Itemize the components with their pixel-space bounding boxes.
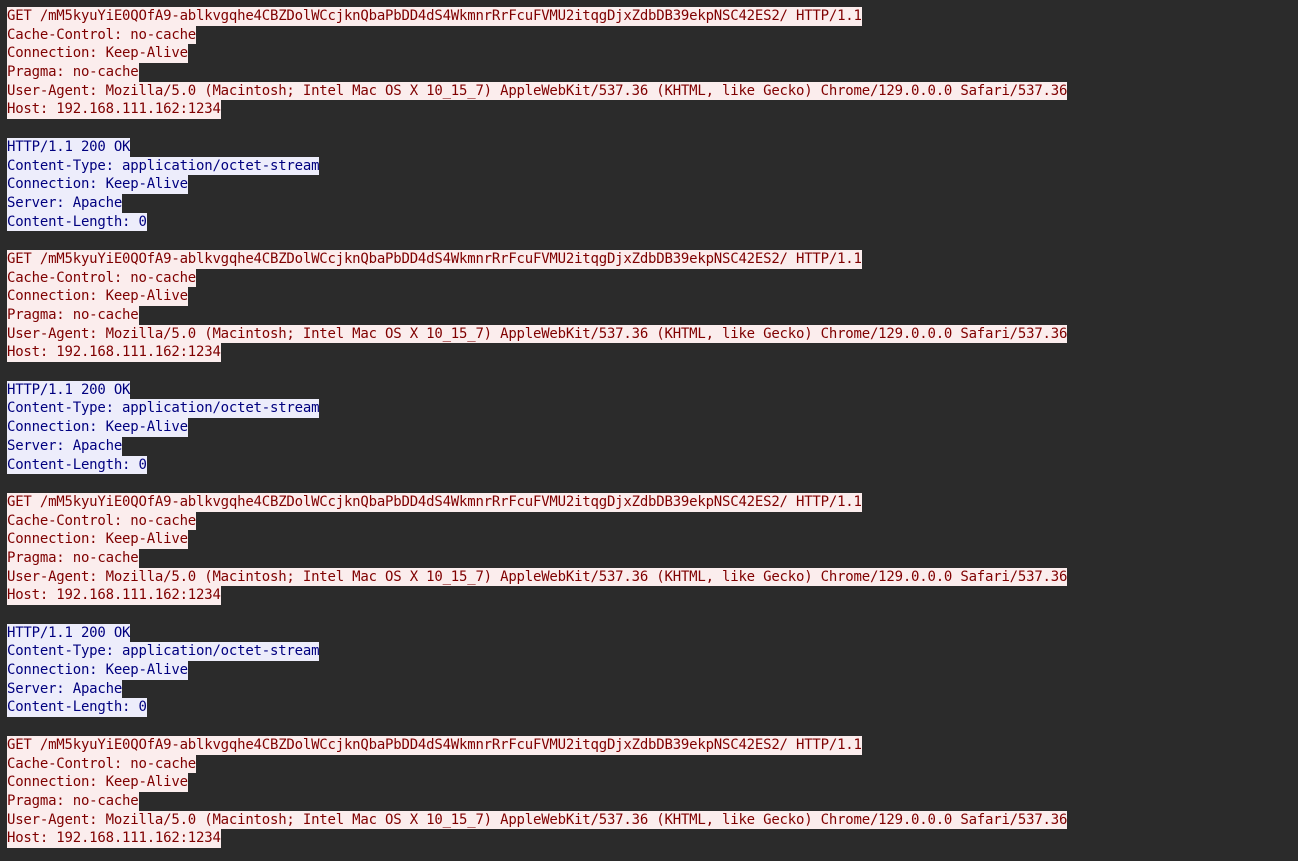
server-response-line: Connection: Keep-Alive xyxy=(7,661,1298,680)
stream-block-separator xyxy=(7,119,1298,138)
client-request-line: Cache-Control: no-cache xyxy=(7,511,1298,531)
server-response-line: Content-Type: application/octet-stream xyxy=(7,399,1298,419)
client-request-line: GET /mM5kyuYiE0QOfA9-ablkvgqhe4CBZDolWCc… xyxy=(7,7,1298,26)
server-response-line: Content-Length: 0 xyxy=(7,455,1298,475)
client-request-block: GET /mM5kyuYiE0QOfA9-ablkvgqhe4CBZDolWCc… xyxy=(7,249,1298,363)
server-response-line: Server: Apache xyxy=(7,679,1298,699)
client-request-line: Connection: Keep-Alive xyxy=(7,773,1298,792)
server-response-line: HTTP/1.1 200 OK xyxy=(7,137,1298,157)
server-response-line: Server: Apache xyxy=(7,193,1298,213)
stream-text: Cache-Control: no-cache xyxy=(7,25,197,45)
stream-text: Cache-Control: no-cache xyxy=(7,511,197,531)
server-response-line: Content-Type: application/octet-stream xyxy=(7,642,1298,662)
stream-text: Pragma: no-cache xyxy=(7,791,139,811)
server-response-line: HTTP/1.1 200 OK xyxy=(7,623,1298,643)
client-request-line: Pragma: no-cache xyxy=(7,306,1298,325)
stream-text: Connection: Keep-Alive xyxy=(7,287,188,306)
client-request-block: GET /mM5kyuYiE0QOfA9-ablkvgqhe4CBZDolWCc… xyxy=(7,735,1298,848)
client-request-line: Host: 192.168.111.162:1234 xyxy=(7,100,1298,120)
server-response-line: Server: Apache xyxy=(7,436,1298,456)
stream-text: Host: 192.168.111.162:1234 xyxy=(7,829,221,848)
stream-block-separator xyxy=(7,231,1298,250)
client-request-line: Pragma: no-cache xyxy=(7,791,1298,811)
stream-text: Server: Apache xyxy=(7,193,123,213)
client-request-line: GET /mM5kyuYiE0QOfA9-ablkvgqhe4CBZDolWCc… xyxy=(7,249,1298,269)
client-request-line: User-Agent: Mozilla/5.0 (Macintosh; Inte… xyxy=(7,810,1298,830)
stream-text: User-Agent: Mozilla/5.0 (Macintosh; Inte… xyxy=(7,324,1068,344)
server-response-line: Connection: Keep-Alive xyxy=(7,418,1298,437)
server-response-block: HTTP/1.1 200 OK Content-Type: application… xyxy=(7,137,1298,232)
stream-text: Cache-Control: no-cache xyxy=(7,268,197,288)
stream-text: Content-Length: 0 xyxy=(7,455,147,475)
stream-text: Connection: Keep-Alive xyxy=(7,661,188,680)
stream-text: Pragma: no-cache xyxy=(7,306,139,325)
stream-text: Host: 192.168.111.162:1234 xyxy=(7,586,221,605)
stream-block-separator xyxy=(7,605,1298,624)
client-request-line: User-Agent: Mozilla/5.0 (Macintosh; Inte… xyxy=(7,81,1298,101)
client-request-block: GET /mM5kyuYiE0QOfA9-ablkvgqhe4CBZDolWCc… xyxy=(7,492,1298,605)
stream-text: Cache-Control: no-cache xyxy=(7,754,197,774)
server-response-line: Content-Type: application/octet-stream xyxy=(7,156,1298,176)
client-request-line: Cache-Control: no-cache xyxy=(7,754,1298,774)
stream-text: HTTP/1.1 200 OK xyxy=(7,137,131,157)
client-request-line: User-Agent: Mozilla/5.0 (Macintosh; Inte… xyxy=(7,324,1298,344)
client-request-line: User-Agent: Mozilla/5.0 (Macintosh; Inte… xyxy=(7,567,1298,587)
client-request-line: Pragma: no-cache xyxy=(7,63,1298,82)
server-response-line: HTTP/1.1 200 OK xyxy=(7,380,1298,400)
client-request-line: Host: 192.168.111.162:1234 xyxy=(7,829,1298,848)
stream-text: Content-Length: 0 xyxy=(7,212,147,232)
client-request-line: Connection: Keep-Alive xyxy=(7,287,1298,306)
stream-text: Connection: Keep-Alive xyxy=(7,175,188,194)
tcp-stream-view[interactable]: GET /mM5kyuYiE0QOfA9-ablkvgqhe4CBZDolWCc… xyxy=(0,0,1298,861)
server-response-line: Content-Length: 0 xyxy=(7,698,1298,718)
client-request-line: Cache-Control: no-cache xyxy=(7,25,1298,45)
stream-text: GET /mM5kyuYiE0QOfA9-ablkvgqhe4CBZDolWCc… xyxy=(7,735,862,755)
client-request-line: Connection: Keep-Alive xyxy=(7,530,1298,549)
stream-text: GET /mM5kyuYiE0QOfA9-ablkvgqhe4CBZDolWCc… xyxy=(7,7,862,26)
stream-text: Content-Type: application/octet-stream xyxy=(7,642,320,662)
stream-text: HTTP/1.1 200 OK xyxy=(7,623,131,643)
stream-text: Connection: Keep-Alive xyxy=(7,530,188,549)
stream-text: Pragma: no-cache xyxy=(7,63,139,82)
client-request-line: Connection: Keep-Alive xyxy=(7,44,1298,64)
stream-text: Content-Length: 0 xyxy=(7,698,147,718)
client-request-line: GET /mM5kyuYiE0QOfA9-ablkvgqhe4CBZDolWCc… xyxy=(7,735,1298,755)
stream-text: User-Agent: Mozilla/5.0 (Macintosh; Inte… xyxy=(7,567,1068,587)
stream-text: HTTP/1.1 200 OK xyxy=(7,380,131,400)
stream-text: Content-Type: application/octet-stream xyxy=(7,156,320,176)
stream-text: Host: 192.168.111.162:1234 xyxy=(7,100,221,120)
stream-text: Connection: Keep-Alive xyxy=(7,773,188,792)
stream-text: User-Agent: Mozilla/5.0 (Macintosh; Inte… xyxy=(7,810,1068,830)
server-response-line: Connection: Keep-Alive xyxy=(7,175,1298,194)
stream-block-separator xyxy=(7,474,1298,493)
server-response-line: Content-Length: 0 xyxy=(7,212,1298,232)
client-request-line: Host: 192.168.111.162:1234 xyxy=(7,343,1298,363)
stream-text: Connection: Keep-Alive xyxy=(7,418,188,437)
client-request-line: Cache-Control: no-cache xyxy=(7,268,1298,288)
server-response-block: HTTP/1.1 200 OK Content-Type: application… xyxy=(7,623,1298,718)
stream-text: Server: Apache xyxy=(7,679,123,699)
client-request-block: GET /mM5kyuYiE0QOfA9-ablkvgqhe4CBZDolWCc… xyxy=(7,7,1298,120)
client-request-line: Host: 192.168.111.162:1234 xyxy=(7,586,1298,605)
stream-text: Host: 192.168.111.162:1234 xyxy=(7,343,221,363)
stream-text: Pragma: no-cache xyxy=(7,548,139,568)
stream-text: GET /mM5kyuYiE0QOfA9-ablkvgqhe4CBZDolWCc… xyxy=(7,249,862,269)
client-request-line: Pragma: no-cache xyxy=(7,548,1298,568)
client-request-line: GET /mM5kyuYiE0QOfA9-ablkvgqhe4CBZDolWCc… xyxy=(7,492,1298,512)
stream-text: GET /mM5kyuYiE0QOfA9-ablkvgqhe4CBZDolWCc… xyxy=(7,492,862,512)
stream-text: Connection: Keep-Alive xyxy=(7,44,188,64)
stream-text: Server: Apache xyxy=(7,436,123,456)
stream-block-separator xyxy=(7,362,1298,381)
stream-text: User-Agent: Mozilla/5.0 (Macintosh; Inte… xyxy=(7,81,1068,101)
stream-text: Content-Type: application/octet-stream xyxy=(7,399,320,419)
server-response-block: HTTP/1.1 200 OK Content-Type: application… xyxy=(7,380,1298,475)
stream-block-separator xyxy=(7,717,1298,736)
